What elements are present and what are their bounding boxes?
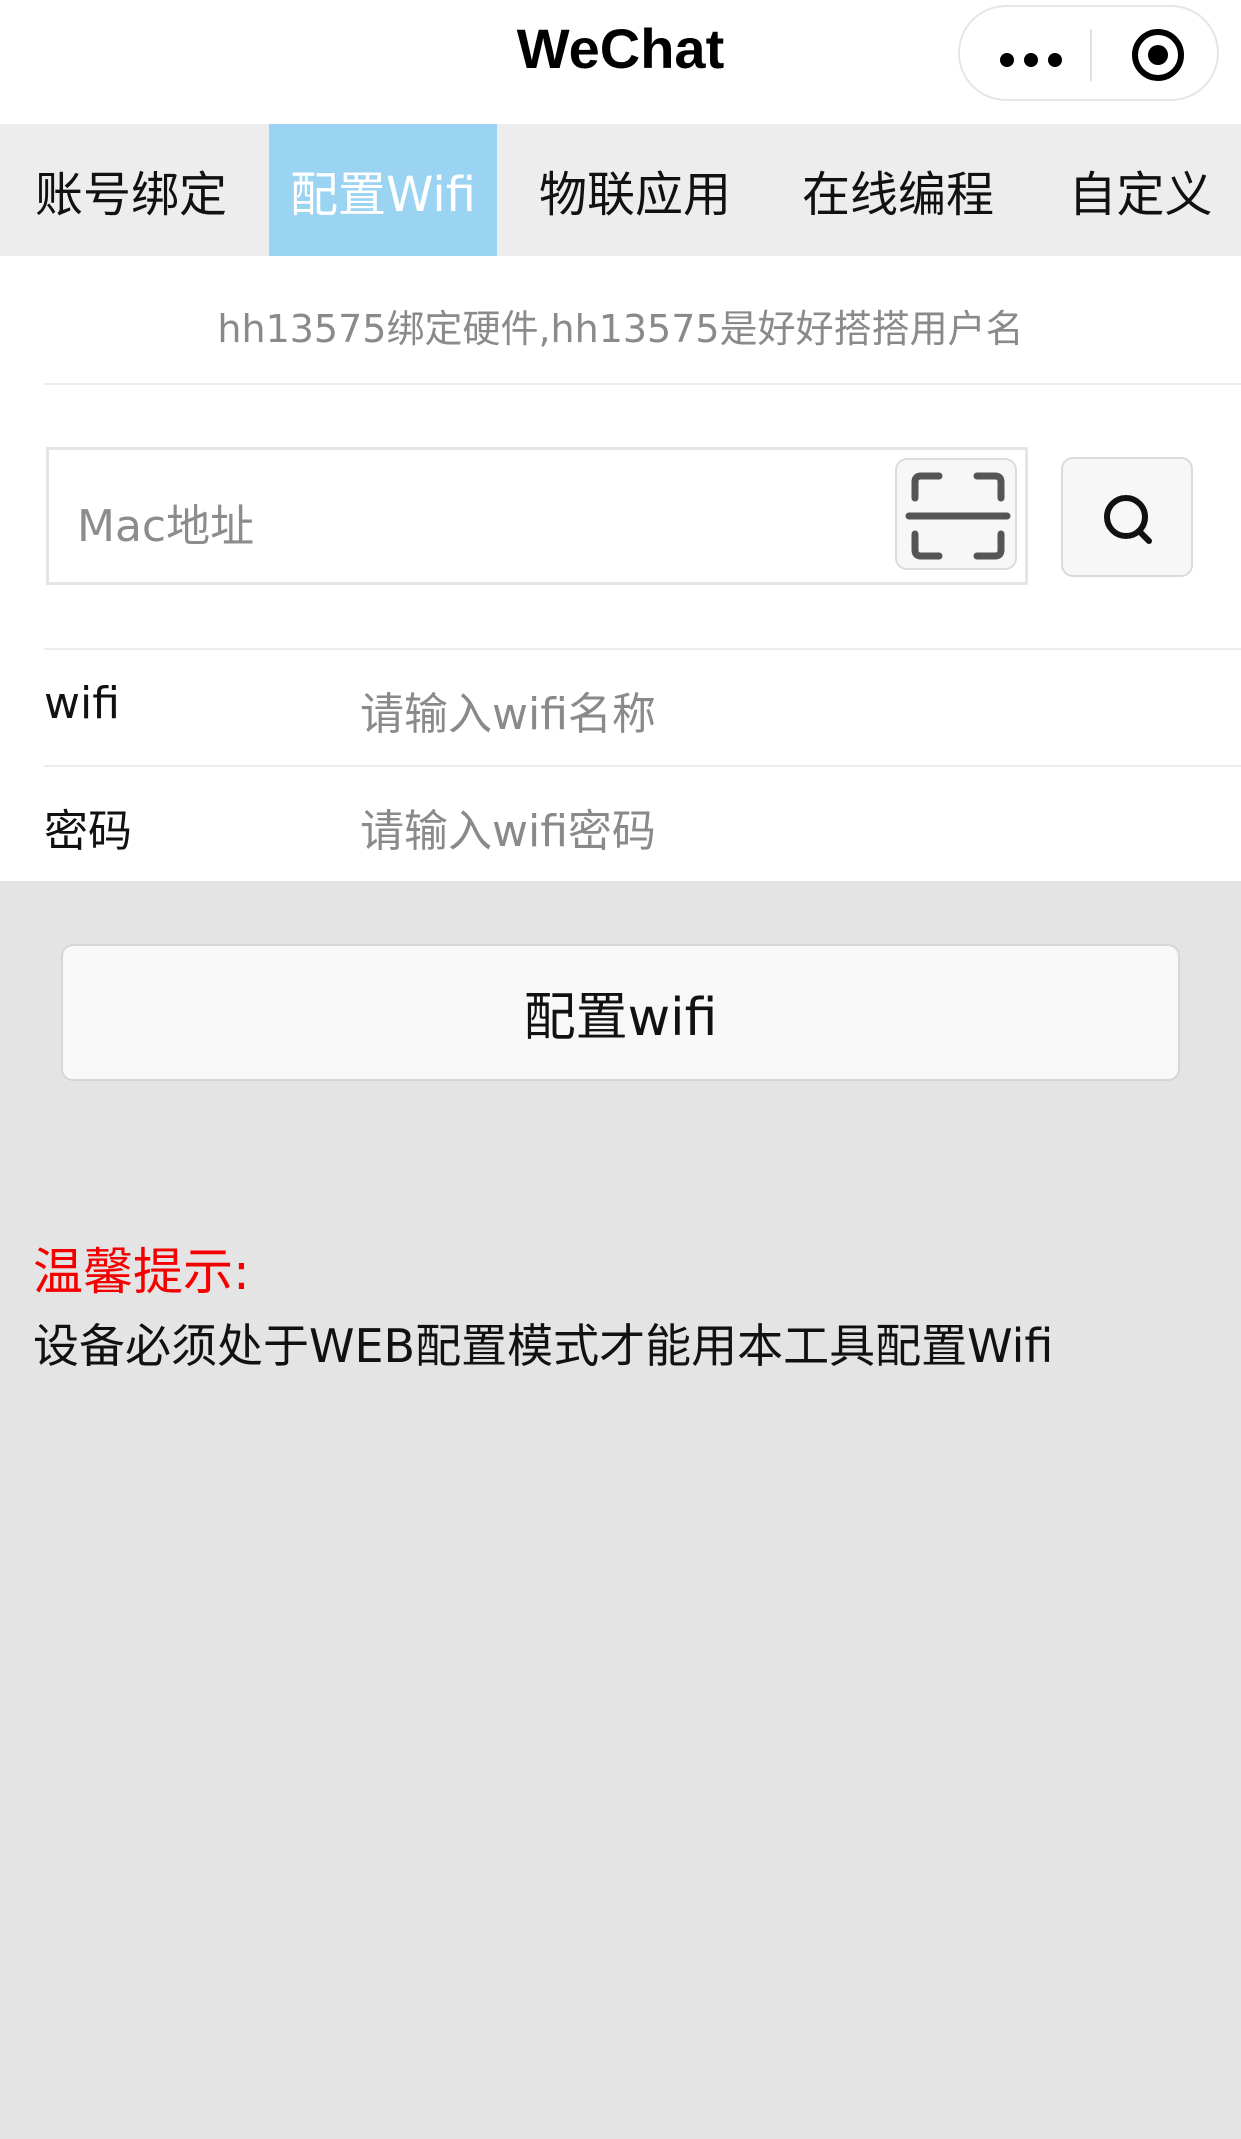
mini-program-capsule bbox=[958, 5, 1219, 101]
password-row: 密码 请输入wifi密码 bbox=[0, 765, 1241, 881]
wifi-label: wifi bbox=[44, 678, 120, 729]
tip-title: 温馨提示: bbox=[33, 1243, 250, 1301]
tab-iot-apps[interactable]: 物联应用 bbox=[520, 124, 750, 256]
password-label: 密码 bbox=[44, 806, 132, 857]
tip-text: 设备必须处于WEB配置模式才能用本工具配置Wifi bbox=[33, 1319, 1054, 1373]
search-button[interactable] bbox=[1061, 457, 1193, 577]
tab-online-programming[interactable]: 在线编程 bbox=[778, 124, 1018, 256]
nav-bar: WeChat bbox=[0, 0, 1241, 124]
tab-account-binding[interactable]: 账号绑定 bbox=[0, 124, 262, 256]
target-circle-icon[interactable] bbox=[1132, 29, 1184, 81]
divider bbox=[44, 383, 1241, 385]
config-form: hh13575绑定硬件,hh13575是好好搭搭用户名 Mac地址 wifi 请… bbox=[0, 256, 1241, 881]
scan-button[interactable] bbox=[895, 458, 1017, 570]
mac-placeholder: Mac地址 bbox=[77, 501, 255, 552]
wifi-password-input[interactable]: 请输入wifi密码 bbox=[360, 795, 656, 859]
tab-bar: 账号绑定 配置Wifi 物联应用 在线编程 自定义 bbox=[0, 124, 1241, 256]
search-icon bbox=[1104, 495, 1152, 544]
wifi-row: wifi 请输入wifi名称 bbox=[0, 648, 1241, 764]
tab-custom[interactable]: 自定义 bbox=[1040, 124, 1241, 256]
configure-wifi-button[interactable]: 配置wifi bbox=[61, 944, 1180, 1081]
binding-hint: hh13575绑定硬件,hh13575是好好搭搭用户名 bbox=[217, 307, 1024, 351]
tab-configure-wifi[interactable]: 配置Wifi bbox=[269, 124, 497, 256]
scan-icon bbox=[905, 472, 1011, 560]
wifi-name-input[interactable]: 请输入wifi名称 bbox=[360, 678, 656, 742]
capsule-divider bbox=[1090, 29, 1092, 81]
mac-address-input[interactable]: Mac地址 bbox=[46, 447, 1028, 585]
